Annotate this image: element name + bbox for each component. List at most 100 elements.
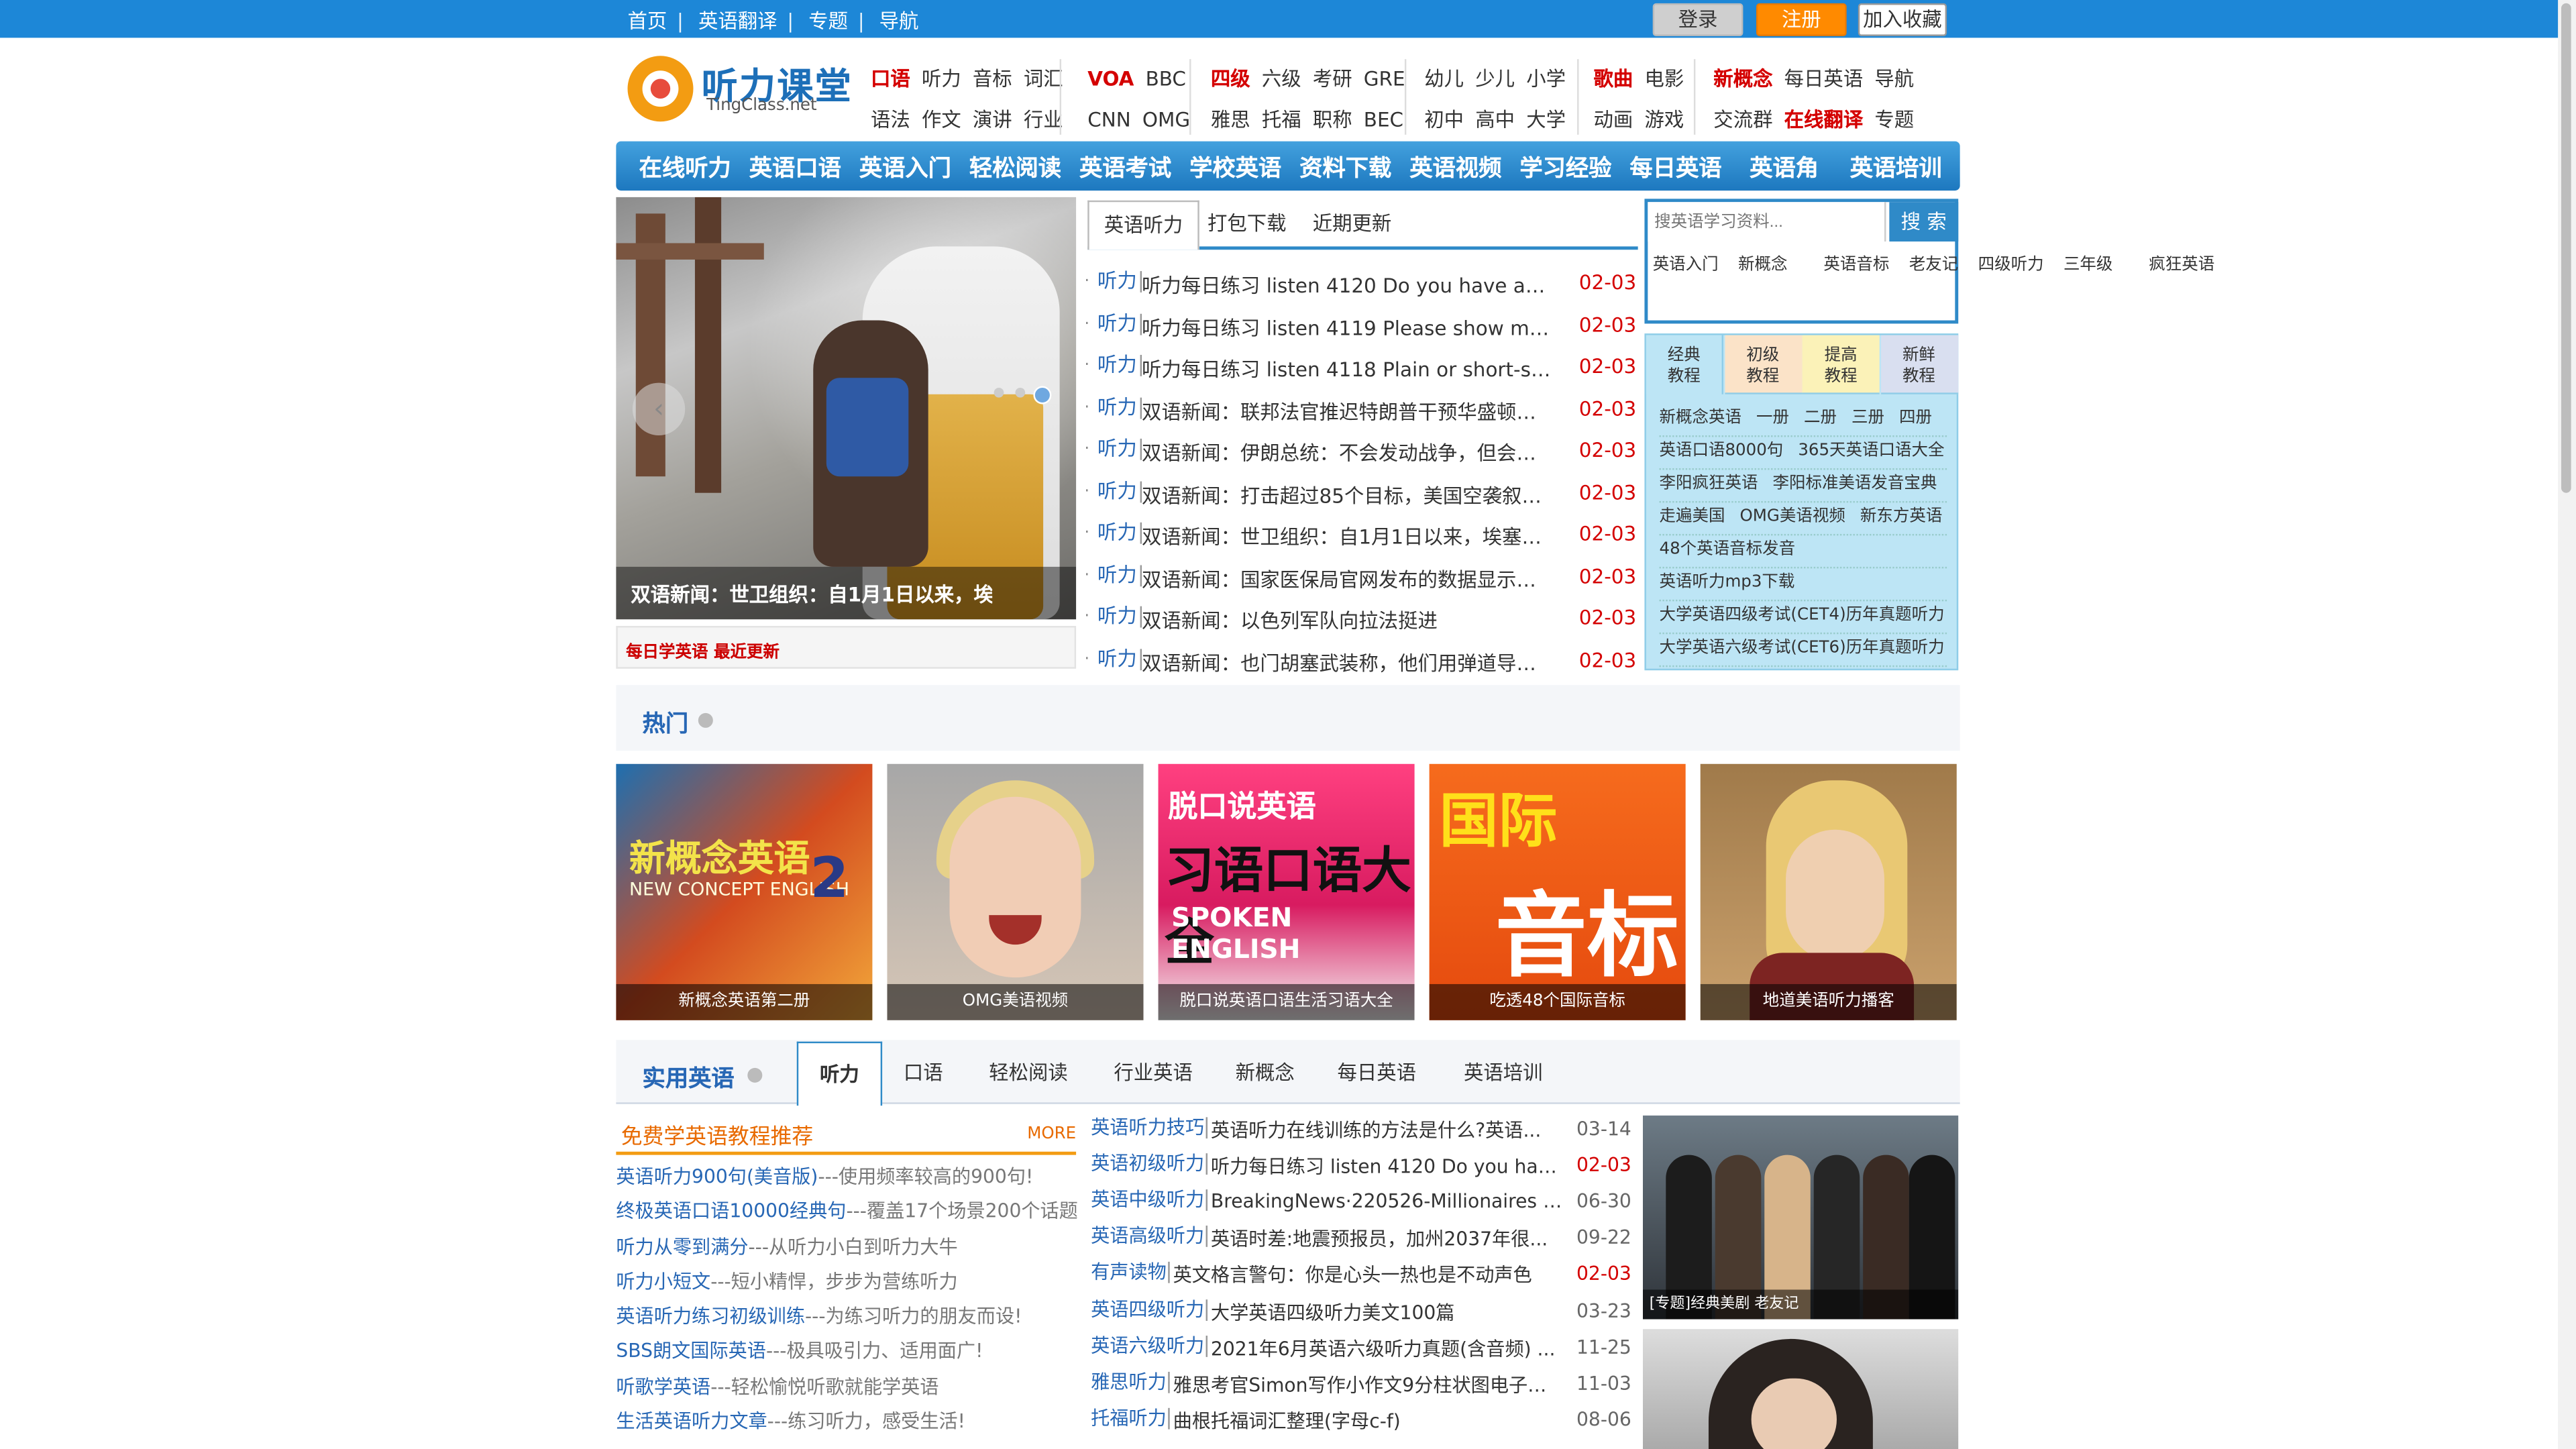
article-title[interactable]: 大学英语四级听力美文100篇 xyxy=(1211,1299,1562,1325)
hot-item-omg-video[interactable]: OMG美语视频 xyxy=(887,763,1144,1020)
news-category[interactable]: 听力 xyxy=(1097,396,1142,419)
article-category[interactable]: 英语高级听力 xyxy=(1091,1225,1208,1248)
header-link[interactable]: 高中 xyxy=(1475,109,1515,131)
tutorial-link[interactable]: 三册 xyxy=(1851,409,1884,427)
scrollbar-thumb[interactable] xyxy=(2561,3,2571,493)
practical-tab[interactable]: 轻松阅读 xyxy=(966,1042,1091,1103)
header-link[interactable]: 小学 xyxy=(1526,67,1566,90)
article-title[interactable]: BreakingNews·220526-Millionaires say ... xyxy=(1211,1190,1562,1213)
header-link[interactable]: CNN xyxy=(1087,109,1131,131)
free-tutorial-link[interactable]: 生活英语听力文章 xyxy=(616,1409,767,1432)
article-category[interactable]: 英语六级听力 xyxy=(1091,1334,1208,1356)
article-category[interactable]: 有声读物 xyxy=(1091,1262,1170,1284)
news-category[interactable]: 听力 xyxy=(1097,270,1142,292)
header-link[interactable]: 电影 xyxy=(1644,67,1684,90)
login-button[interactable]: 登录 xyxy=(1652,3,1743,36)
news-item[interactable]: · 听力听力每日练习 listen 4119 Please show me tha… xyxy=(1084,305,1643,345)
header-link[interactable]: 专题 xyxy=(1874,109,1914,131)
tutorial-link[interactable]: 走遍美国 xyxy=(1659,508,1725,526)
free-tutorial-item[interactable]: 听力从零到满分---从听力小白到听力大牛 xyxy=(616,1230,1084,1265)
tutorial-link[interactable]: 新东方英语 xyxy=(1860,508,1942,526)
practical-tab[interactable]: 口语 xyxy=(882,1042,964,1103)
header-link[interactable]: GRE xyxy=(1364,67,1405,90)
hot-item-phonetics[interactable]: 国际 音标 吃透48个国际音标 xyxy=(1429,763,1686,1020)
news-title[interactable]: 双语新闻：打击超过85个目标，美国空袭叙伊... xyxy=(1142,480,1552,508)
practical-article[interactable]: 托福听力 曲根托福词汇整理(字母c-f) 08-06 xyxy=(1091,1403,1638,1439)
article-title[interactable]: 听力每日练习 listen 4120 Do you have ... xyxy=(1211,1153,1562,1179)
practical-article[interactable]: 英语高级听力 英语时差:地震预报员，加州2037年很... 09-22 xyxy=(1091,1221,1638,1257)
header-link[interactable]: 游戏 xyxy=(1644,109,1684,131)
header-link[interactable]: 演讲 xyxy=(973,109,1012,131)
tutorial-link[interactable]: 英语口语8000句 xyxy=(1659,442,1783,460)
news-category[interactable]: 听力 xyxy=(1097,605,1142,628)
header-link[interactable]: 口语 xyxy=(871,67,910,90)
practical-tab[interactable]: 英语培训 xyxy=(1439,1042,1567,1103)
tutorial-tab[interactable]: 新鲜 教程 xyxy=(1880,335,1957,394)
hot-item-spoken-english[interactable]: 脱口说英语 习语口语大全 SPOKEN ENGLISH 脱口说英语口语生活习语大… xyxy=(1158,763,1415,1020)
banner-dot[interactable] xyxy=(994,387,1004,398)
free-tutorial-item[interactable]: 生活英语听力文章---练习听力，感受生活! xyxy=(616,1405,1084,1440)
free-tutorial-item[interactable]: 听力小短文---短小精悍，步步为营练听力 xyxy=(616,1265,1084,1299)
tab-downloads[interactable]: 打包下载 xyxy=(1193,201,1301,247)
hot-item-caption[interactable]: 吃透48个国际音标 xyxy=(1429,983,1686,1020)
top-link-translate[interactable]: 英语翻译 xyxy=(698,10,777,33)
article-category[interactable]: 托福听力 xyxy=(1091,1407,1170,1430)
site-logo[interactable]: 听力课堂 TingClass.net xyxy=(627,56,851,122)
search-hot-tag[interactable]: 疯狂英语 xyxy=(2149,250,2221,282)
search-button[interactable]: 搜 索 xyxy=(1889,202,1959,242)
header-link[interactable]: VOA xyxy=(1087,67,1134,90)
header-link[interactable]: BBC xyxy=(1146,67,1186,90)
free-tutorial-link[interactable]: 听歌学英语 xyxy=(616,1375,710,1397)
article-title[interactable]: 英语时差:地震预报员，加州2037年很... xyxy=(1211,1226,1562,1252)
friends-topic-image[interactable]: [专题]经典美剧 老友记 xyxy=(1643,1115,1959,1320)
friends-topic-caption[interactable]: [专题]经典美剧 老友记 xyxy=(1643,1289,1959,1320)
main-nav-item[interactable]: 在线听力 xyxy=(639,151,731,184)
hot-item-caption[interactable]: 新概念英语第二册 xyxy=(616,983,873,1020)
banner-dot[interactable] xyxy=(1015,387,1026,398)
main-nav-item[interactable]: 英语入门 xyxy=(859,151,951,184)
news-category[interactable]: 听力 xyxy=(1097,480,1142,502)
register-button[interactable]: 注册 xyxy=(1756,3,1847,36)
free-tutorial-link[interactable]: 听力从零到满分 xyxy=(616,1235,748,1258)
main-nav-item[interactable]: 轻松阅读 xyxy=(969,151,1061,184)
more-link[interactable]: MORE xyxy=(1027,1126,1076,1144)
tutorial-link[interactable]: 李阳标准美语发音宝典 xyxy=(1772,475,1937,493)
article-title[interactable]: 英文格言警句：你是心头一热也是不动声色 xyxy=(1173,1263,1562,1289)
news-title[interactable]: 双语新闻：国家医保局官网发布的数据显示，2... xyxy=(1142,564,1552,592)
practical-tab[interactable]: 新概念 xyxy=(1216,1042,1314,1103)
news-item[interactable]: · 听力 双语新闻：国家医保局官网发布的数据显示，2... 02-03 xyxy=(1084,556,1643,597)
tutorial-tab[interactable]: 经典 教程 xyxy=(1646,335,1724,394)
practical-article[interactable]: 英语六级听力 2021年6月英语六级听力真题(含音频) ... 11-25 xyxy=(1091,1330,1638,1366)
news-item[interactable]: · 听力 听力每日练习 listen 4118 Plain or short-sig… xyxy=(1084,347,1643,388)
news-title[interactable]: 双语新闻：伊朗总统：不会发动战争，但会对“... xyxy=(1142,439,1552,467)
free-tutorial-link[interactable]: 英语听力练习初级训练 xyxy=(616,1305,805,1328)
news-item[interactable]: · 听力 双语新闻：世卫组织：自1月1日以来，埃塞俄... 02-03 xyxy=(1084,515,1643,555)
practical-article[interactable]: 雅思听力 雅思考官Simon写作小作文9分柱状图电子游... 11-03 xyxy=(1091,1366,1638,1403)
tutorial-link[interactable]: 李阳疯狂英语 xyxy=(1659,475,1758,493)
header-link[interactable]: 行业 xyxy=(1024,109,1063,131)
hot-item-caption[interactable]: OMG美语视频 xyxy=(887,983,1144,1020)
search-hot-tag[interactable]: 老友记 xyxy=(1909,250,1965,282)
header-link[interactable]: 动画 xyxy=(1594,109,1633,131)
add-favorite-button[interactable]: 加入收藏 xyxy=(1858,3,1947,36)
practical-article[interactable]: 英语四级听力 大学英语四级听力美文100篇 03-23 xyxy=(1091,1294,1638,1330)
free-tutorial-item[interactable]: 听歌学英语---轻松愉悦听歌就能学英语 xyxy=(616,1370,1084,1405)
header-link[interactable]: 雅思 xyxy=(1211,109,1250,131)
free-tutorial-link[interactable]: 听力小短文 xyxy=(616,1270,710,1293)
top-link-nav[interactable]: 导航 xyxy=(879,10,919,33)
free-tutorial-link[interactable]: 终极英语口语10000经典句 xyxy=(616,1199,846,1222)
banner-dot-active[interactable] xyxy=(1033,386,1052,405)
header-link[interactable]: 交流群 xyxy=(1713,109,1772,131)
news-category[interactable]: 听力 xyxy=(1097,354,1142,376)
tutorial-link[interactable]: OMG美语视频 xyxy=(1739,508,1845,526)
news-title[interactable]: 听力每日练习 listen 4118 Plain or short-sighte… xyxy=(1142,355,1552,383)
header-link[interactable]: 听力 xyxy=(922,67,961,90)
practical-article[interactable]: 英语中级听力 BreakingNews·220526-Millionaires s… xyxy=(1091,1185,1638,1221)
search-hot-tag[interactable]: 四级听力 xyxy=(1978,250,2051,282)
header-link[interactable]: 歌曲 xyxy=(1594,67,1633,90)
news-item[interactable]: · 听力 双语新闻：打击超过85个目标，美国空袭叙伊... 02-03 xyxy=(1084,472,1643,513)
news-title[interactable]: 听力每日练习 listen 4119 Please show me that .… xyxy=(1142,313,1552,341)
banner-prev-icon[interactable]: ‹ xyxy=(632,382,686,435)
header-link[interactable]: OMG xyxy=(1142,109,1190,131)
hot-item-podcast[interactable]: 地道美语听力播客 xyxy=(1700,763,1957,1020)
